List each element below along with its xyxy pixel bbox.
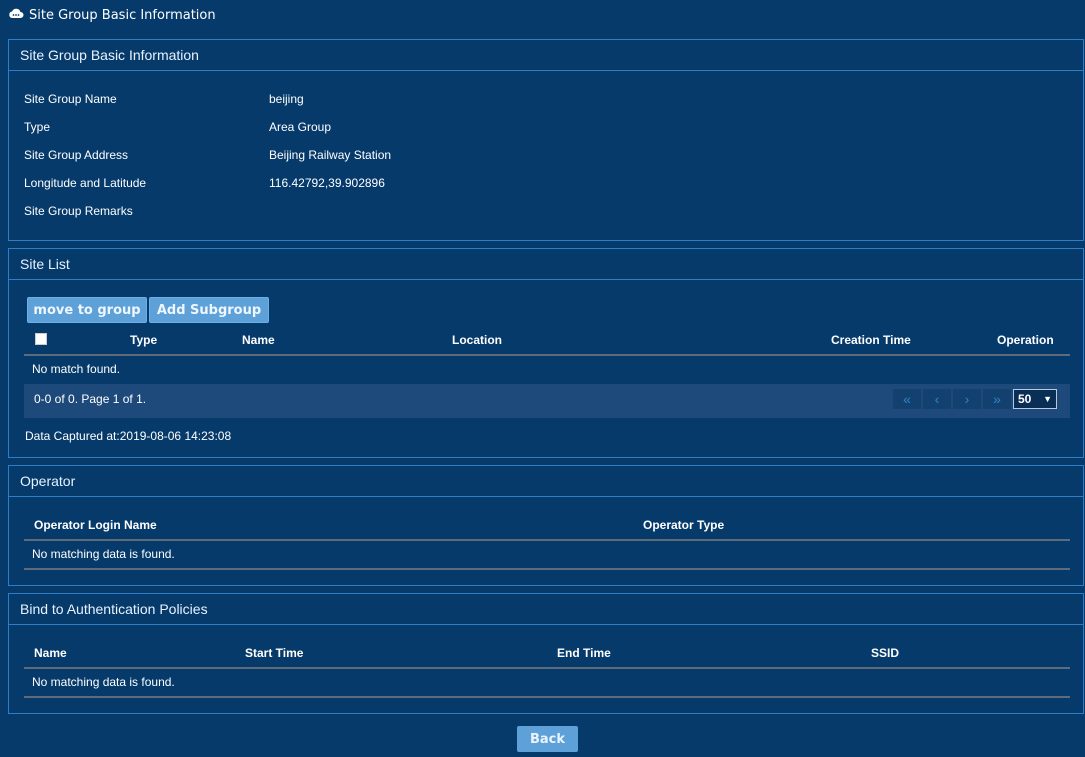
pagination-summary: 0-0 of 0. Page 1 of 1. xyxy=(34,392,147,406)
chevron-down-icon: ▼ xyxy=(1043,394,1052,404)
select-all-checkbox[interactable] xyxy=(35,333,47,345)
basic-info-heading: Site Group Basic Information xyxy=(9,40,1083,71)
last-page-icon[interactable]: » xyxy=(983,389,1011,409)
table-divider xyxy=(24,354,1070,356)
operator-panel: Operator Operator Login Name Operator Ty… xyxy=(8,465,1084,586)
auth-policies-panel: Bind to Authentication Policies Name Sta… xyxy=(8,593,1084,714)
cloud-icon xyxy=(8,7,24,23)
column-ssid: SSID xyxy=(871,646,900,660)
column-name[interactable]: Name xyxy=(242,333,275,347)
table-divider xyxy=(24,696,1070,698)
site-list-empty-text: No match found. xyxy=(32,362,121,376)
page-size-value: 50 xyxy=(1018,392,1032,406)
site-list-panel: Site List move to group Add Subgroup Typ… xyxy=(8,248,1084,458)
page-title: Site Group Basic Information xyxy=(29,7,216,23)
info-label-type: Type xyxy=(24,120,51,134)
info-value-name: beijing xyxy=(269,92,304,106)
table-divider xyxy=(24,667,1070,669)
column-creation-time[interactable]: Creation Time xyxy=(831,333,911,347)
column-type[interactable]: Type xyxy=(130,333,157,347)
add-subgroup-button[interactable]: Add Subgroup xyxy=(149,297,269,323)
column-operation: Operation xyxy=(997,333,1054,347)
first-page-icon[interactable]: « xyxy=(893,389,921,409)
column-location[interactable]: Location xyxy=(452,333,502,347)
move-to-group-button[interactable]: move to group xyxy=(27,297,147,323)
column-start-time: Start Time xyxy=(245,646,304,660)
page-size-select[interactable]: 50 ▼ xyxy=(1013,389,1057,409)
info-value-coordinates: 116.42792,39.902896 xyxy=(269,176,385,190)
info-label-remarks: Site Group Remarks xyxy=(24,204,133,218)
data-captured-text: Data Captured at:2019-08-06 14:23:08 xyxy=(25,429,232,443)
pagination-bar: 0-0 of 0. Page 1 of 1. « ‹ › » 50 ▼ xyxy=(24,384,1070,418)
previous-page-icon[interactable]: ‹ xyxy=(923,389,951,409)
info-label-address: Site Group Address xyxy=(24,148,129,162)
info-value-address: Beijing Railway Station xyxy=(269,148,392,162)
page-header: Site Group Basic Information xyxy=(8,6,216,24)
auth-policies-empty-text: No matching data is found. xyxy=(32,675,175,689)
column-policy-name: Name xyxy=(34,646,67,660)
basic-info-panel: Site Group Basic Information Site Group … xyxy=(8,39,1084,241)
auth-policies-heading: Bind to Authentication Policies xyxy=(9,594,1083,625)
next-page-icon[interactable]: › xyxy=(953,389,981,409)
info-value-type: Area Group xyxy=(269,120,332,134)
back-button[interactable]: Back xyxy=(517,726,578,752)
table-divider xyxy=(24,539,1070,541)
operator-empty-text: No matching data is found. xyxy=(32,547,175,561)
column-end-time: End Time xyxy=(557,646,611,660)
info-label-name: Site Group Name xyxy=(24,92,117,106)
site-list-toolbar: move to group Add Subgroup xyxy=(27,297,327,323)
column-operator-login-name: Operator Login Name xyxy=(34,518,157,532)
site-list-heading: Site List xyxy=(9,249,1083,280)
operator-heading: Operator xyxy=(9,466,1083,497)
column-operator-type: Operator Type xyxy=(643,518,725,532)
info-label-coordinates: Longitude and Latitude xyxy=(24,176,147,190)
table-divider xyxy=(24,568,1070,570)
